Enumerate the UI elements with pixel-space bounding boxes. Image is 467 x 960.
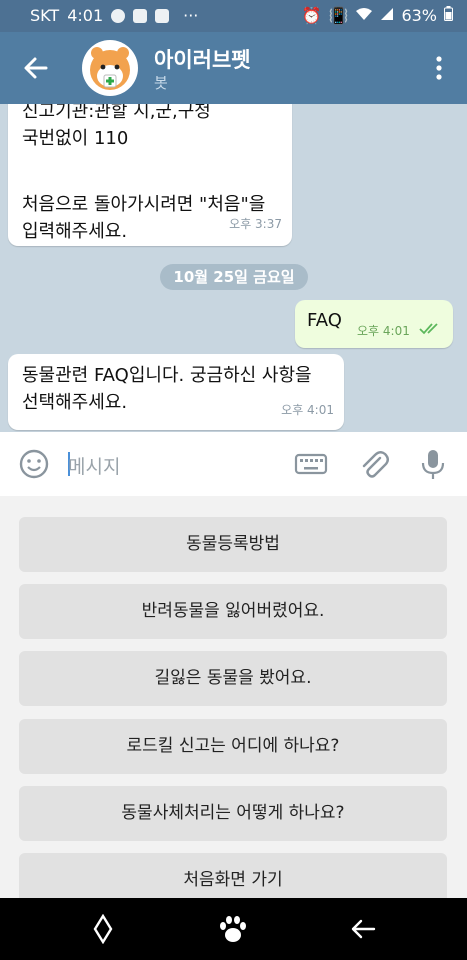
keyboard-button-register[interactable]: 동물등록방법 xyxy=(19,517,447,572)
keyboard-toggle-button[interactable] xyxy=(294,448,328,480)
message-notification-icon xyxy=(133,8,148,23)
message-text: FAQ xyxy=(307,310,342,331)
message-time: 오후 4:01 xyxy=(357,324,410,338)
chat-title: 아이러브펫 xyxy=(154,48,251,72)
chat-history[interactable]: 신고기관:관할 시,군,구청 국번없이 110 처음으로 돌아가시려면 "처음"… xyxy=(0,104,467,432)
battery-icon xyxy=(444,6,453,25)
emoji-button[interactable] xyxy=(18,448,50,480)
hamster-logo-icon xyxy=(90,47,130,90)
keyboard-icon xyxy=(294,453,328,475)
message-line: 국번없이 110 xyxy=(22,128,129,149)
bot-avatar[interactable] xyxy=(82,40,138,96)
chat-subtitle: 봇 xyxy=(154,74,168,92)
battery-percent: 63% xyxy=(401,6,437,25)
home-button[interactable] xyxy=(216,912,250,946)
signal-icon xyxy=(380,6,394,25)
bot-keyboard: 동물등록방법 반려동물을 잃어버렸어요. 길잃은 동물을 봤어요. 로드킬 신고… xyxy=(0,496,467,898)
carrier-label: SKT xyxy=(30,6,60,25)
paperclip-icon xyxy=(362,451,389,478)
talk-notification-icon xyxy=(111,8,126,23)
attach-button[interactable] xyxy=(358,448,390,480)
message-input[interactable]: 메시지 xyxy=(68,452,120,479)
message-line: 신고기관:관할 시,군,구청 xyxy=(22,104,211,122)
more-options-button[interactable] xyxy=(435,54,443,82)
status-left: SKT 4:01 ··· xyxy=(30,6,198,25)
keyboard-button-roadkill[interactable]: 로드킬 신고는 어디에 하나요? xyxy=(19,719,447,774)
message-time: 오후 4:01 xyxy=(281,403,334,417)
keyboard-button-stray-animal[interactable]: 길잃은 동물을 봤어요. xyxy=(19,651,447,706)
dots-vertical-icon xyxy=(436,56,442,80)
gallery-notification-icon xyxy=(155,8,170,23)
app-bar: 아이러브펫 봇 xyxy=(0,32,467,104)
arrow-left-icon xyxy=(24,57,48,79)
message-line xyxy=(22,152,278,179)
microphone-icon xyxy=(421,450,445,479)
more-notifications-icon: ··· xyxy=(183,6,199,25)
paw-icon xyxy=(220,916,246,942)
keyboard-button-carcass[interactable]: 동물사체처리는 어떻게 하나요? xyxy=(19,786,447,841)
diamond-icon xyxy=(93,913,113,945)
keyboard-button-home[interactable]: 처음화면 가기 xyxy=(19,853,447,898)
incoming-message: 신고기관:관할 시,군,구청 국번없이 110 처음으로 돌아가시려면 "처음"… xyxy=(8,104,292,246)
wifi-icon xyxy=(355,6,373,25)
keyboard-button-lost-pet[interactable]: 반려동물을 잃어버렸어요. xyxy=(19,584,447,639)
message-line: 동물관련 FAQ입니다. 궁금하신 사항을 xyxy=(22,365,312,386)
arrow-left-icon xyxy=(351,919,376,939)
incoming-message: 동물관련 FAQ입니다. 궁금하신 사항을 선택해주세요. 오후 4:01 xyxy=(8,354,344,430)
alarm-icon: ⏰ xyxy=(301,6,322,25)
clock: 4:01 xyxy=(67,6,104,25)
status-bar: SKT 4:01 ··· ⏰ 📳 63% xyxy=(0,0,467,32)
message-input-bar: 메시지 xyxy=(0,432,467,497)
date-separator: 10월 25일 금요일 xyxy=(160,264,308,290)
message-time: 오후 3:37 xyxy=(229,217,282,231)
system-nav-bar xyxy=(0,898,467,960)
outgoing-message: FAQ 오후 4:01 xyxy=(295,300,453,348)
smiley-icon xyxy=(19,449,49,479)
voice-message-button[interactable] xyxy=(418,448,450,480)
status-right: ⏰ 📳 63% xyxy=(302,6,453,25)
double-check-icon xyxy=(419,323,438,335)
back-button[interactable] xyxy=(22,54,50,82)
back-nav-button[interactable] xyxy=(348,914,378,944)
recent-apps-button[interactable] xyxy=(88,913,118,945)
vibrate-icon: 📳 xyxy=(328,6,349,25)
